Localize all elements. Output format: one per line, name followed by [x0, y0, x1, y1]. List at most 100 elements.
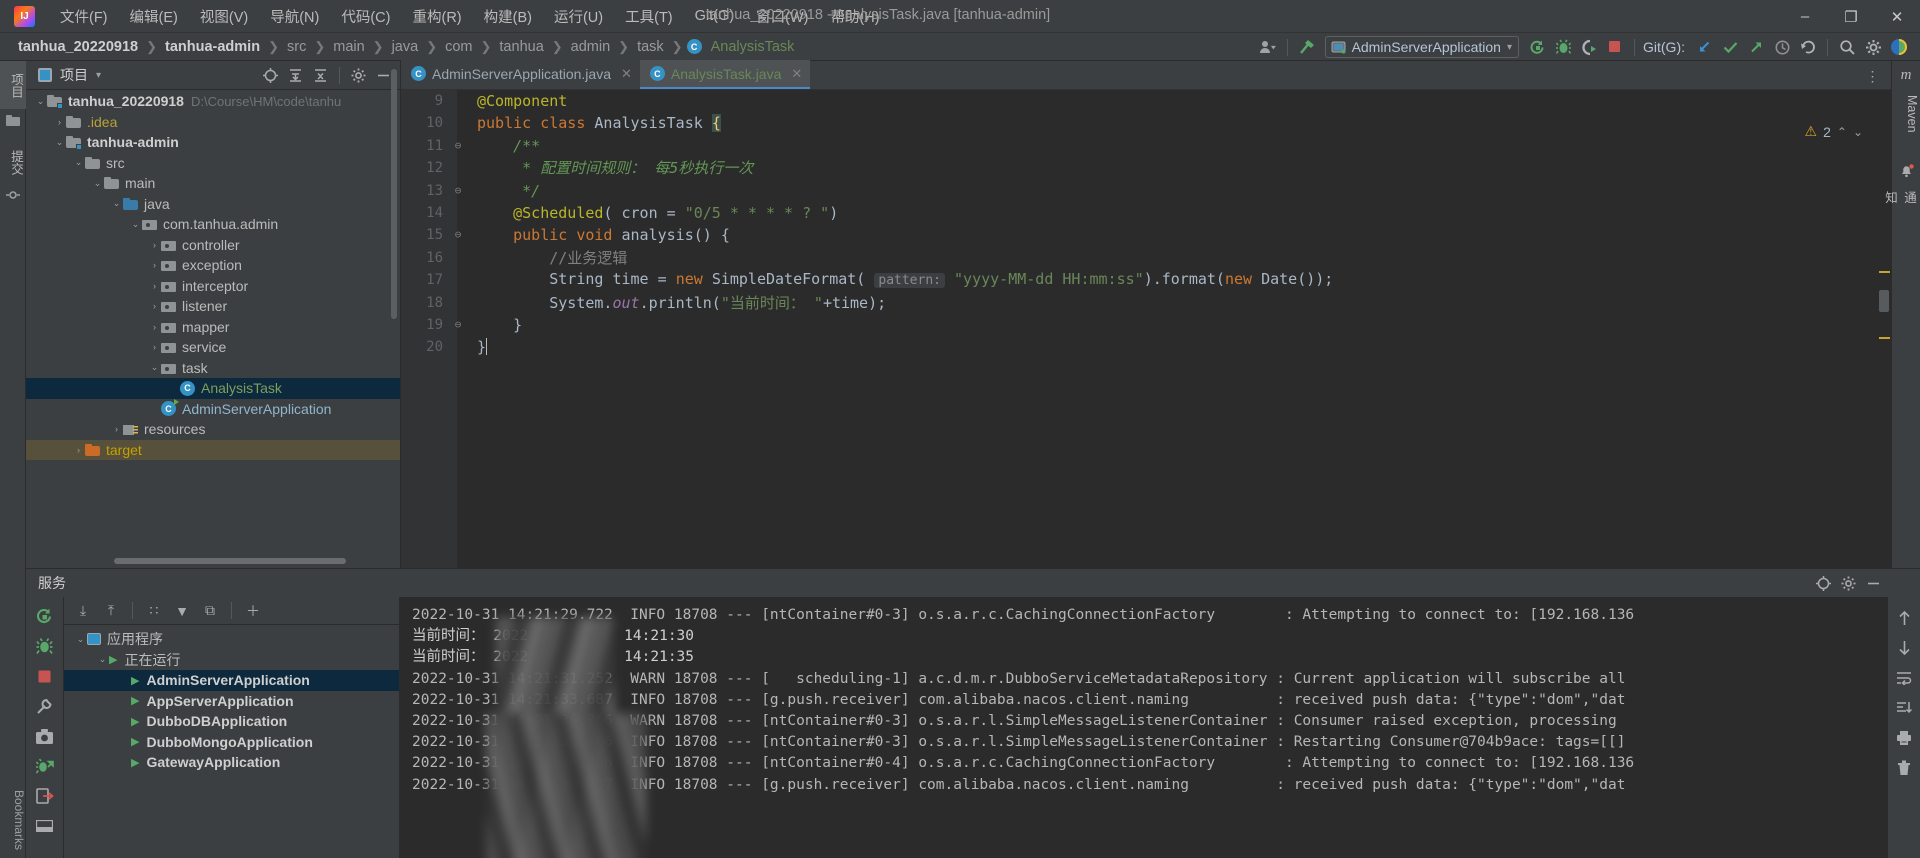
project-tree-vertical-scrollbar[interactable]: [391, 69, 397, 319]
service-node-adminserverapplication[interactable]: ▶ AdminServerApplication: [64, 670, 399, 691]
close-button[interactable]: ✕: [1874, 0, 1920, 33]
line-number[interactable]: 13: [401, 180, 451, 202]
tree-node-analysistask[interactable]: C AnalysisTask: [26, 378, 400, 399]
warning-stripe-1[interactable]: [1879, 271, 1890, 273]
inspection-widget[interactable]: ⚠ 2 ⌃ ⌄: [1805, 123, 1863, 140]
close-icon[interactable]: ✕: [791, 66, 802, 82]
service-node-appserverapplication[interactable]: ▶ AppServerApplication: [64, 691, 399, 712]
run-with-coverage-icon[interactable]: [1576, 34, 1602, 60]
print-icon[interactable]: [1890, 723, 1918, 753]
source-code[interactable]: 9 @Component 10 public class AnalysisTask {…: [401, 90, 1891, 568]
sidebar-item-notifications[interactable]: 通知: [1883, 180, 1919, 214]
hammer-icon[interactable]: [1294, 34, 1320, 60]
group-by-icon[interactable]: ∷: [141, 599, 167, 623]
menu-view[interactable]: 视图(V): [189, 2, 259, 31]
add-config-icon[interactable]: ⧉: [197, 599, 223, 623]
chevron-down-icon[interactable]: ⌄: [96, 654, 109, 665]
gear-icon[interactable]: [1836, 571, 1861, 596]
menu-navigate[interactable]: 导航(N): [259, 2, 330, 31]
code-fold-icon[interactable]: ⊖: [451, 135, 465, 157]
code-text[interactable]: //业务逻辑: [465, 247, 627, 269]
editor-more-options-icon[interactable]: ⋮: [1860, 64, 1885, 89]
editor-tab-adminserverapplication[interactable]: C AdminServerApplication.java ✕: [401, 60, 640, 89]
push-icon[interactable]: [1743, 34, 1769, 60]
line-number[interactable]: 9: [401, 90, 451, 112]
code-text[interactable]: }: [465, 314, 522, 336]
notifications-bell-icon[interactable]: [1899, 164, 1914, 178]
code-text[interactable]: System.out.println("当前时间： "+time);: [465, 292, 886, 314]
services-tree[interactable]: ⌄ 应用程序 ⌄ ▶ 正在运行 ▶ AdminServerApplication ▶ App…: [64, 625, 399, 773]
next-problem-icon[interactable]: ⌄: [1853, 125, 1863, 139]
sidebar-item-bookmarks[interactable]: Bookmarks: [0, 790, 26, 850]
breadcrumb-item-tanhua-20220918[interactable]: tanhua_20220918: [14, 38, 142, 56]
code-text[interactable]: @Component: [465, 90, 567, 112]
menu-code[interactable]: 代码(C): [330, 2, 401, 31]
tree-node-src[interactable]: ⌄ src: [26, 153, 400, 174]
service-node-gatewayapplication[interactable]: ▶ GatewayApplication: [64, 752, 399, 773]
chevron-right-icon[interactable]: ›: [148, 301, 161, 311]
menu-run[interactable]: 运行(U): [543, 2, 614, 31]
code-text[interactable]: String time = new SimpleDateFormat( patt…: [465, 268, 1333, 292]
expand-all-icon[interactable]: [283, 63, 308, 88]
settings-gear-icon[interactable]: [1860, 34, 1886, 60]
tree-node-exception[interactable]: › exception: [26, 255, 400, 276]
line-number[interactable]: 15: [401, 224, 451, 246]
tree-node-service[interactable]: › service: [26, 337, 400, 358]
chevron-down-icon[interactable]: ▾: [1507, 42, 1512, 53]
maximize-button[interactable]: ❐: [1828, 0, 1874, 33]
expand-all-icon[interactable]: ⤓: [70, 599, 96, 623]
menu-tools[interactable]: 工具(T): [614, 2, 684, 31]
hide-services-icon[interactable]: [1861, 571, 1886, 596]
chevron-down-icon[interactable]: ▾: [96, 70, 101, 81]
code-text[interactable]: public void analysis() {: [465, 224, 730, 246]
layout-icon[interactable]: [30, 811, 60, 841]
code-text[interactable]: }: [465, 336, 488, 358]
breadcrumb-item-analysistask[interactable]: C AnalysisTask: [686, 38, 799, 56]
tree-node-controller[interactable]: › controller: [26, 235, 400, 256]
chevron-right-icon[interactable]: ›: [148, 260, 161, 270]
close-icon[interactable]: ✕: [621, 66, 632, 82]
chevron-down-icon[interactable]: ⌄: [53, 137, 66, 148]
service-node-applications[interactable]: ⌄ 应用程序: [64, 629, 399, 650]
user-icon[interactable]: [1255, 34, 1281, 60]
filter-icon[interactable]: ▼: [169, 599, 195, 623]
service-node-dubbodbapplication[interactable]: ▶ DubboDBApplication: [64, 711, 399, 732]
chevron-right-icon[interactable]: ›: [148, 281, 161, 291]
menu-build[interactable]: 构建(B): [473, 2, 543, 31]
services-settings-icon[interactable]: [1811, 571, 1836, 596]
line-number[interactable]: 17: [401, 269, 451, 291]
warning-stripe-2[interactable]: [1879, 337, 1890, 339]
tree-node-package-com-tanhua-admin[interactable]: ⌄ com.tanhua.admin: [26, 214, 400, 235]
chevron-down-icon[interactable]: ⌄: [74, 634, 87, 645]
chevron-down-icon[interactable]: ⌄: [110, 198, 123, 209]
prev-problem-icon[interactable]: ⌃: [1837, 125, 1847, 139]
run-console[interactable]: 2022-10-31 14:21:29.722 INFO 18708 --- […: [400, 597, 1887, 858]
tree-node-interceptor[interactable]: › interceptor: [26, 276, 400, 297]
tree-node-resources[interactable]: › resources: [26, 419, 400, 440]
chevron-down-icon[interactable]: ⌄: [129, 219, 142, 230]
update-project-icon[interactable]: [1691, 34, 1717, 60]
menu-file[interactable]: 文件(F): [49, 2, 119, 31]
stop-icon[interactable]: [1602, 34, 1628, 60]
ide-features-icon[interactable]: [1886, 34, 1912, 60]
minimize-button[interactable]: –: [1782, 0, 1828, 33]
pull-requests-icon[interactable]: [0, 183, 26, 207]
rerun-icon[interactable]: [1524, 34, 1550, 60]
sidebar-item-commit[interactable]: 提交: [0, 141, 26, 183]
debug-icon[interactable]: [30, 631, 60, 661]
breadcrumb-item-src[interactable]: src: [283, 38, 310, 56]
chevron-right-icon[interactable]: ›: [148, 342, 161, 352]
menu-refactor[interactable]: 重构(R): [401, 2, 472, 31]
line-number[interactable]: 20: [401, 336, 451, 358]
tree-node-target[interactable]: › target: [26, 439, 400, 460]
line-number[interactable]: 11: [401, 135, 451, 157]
tree-node-tanhua-20220918[interactable]: ⌄ tanhua_20220918 D:\Course\HM\code\tanhu: [26, 91, 400, 112]
tree-node-idea[interactable]: › .idea: [26, 112, 400, 133]
scroll-down-icon[interactable]: [1890, 633, 1918, 663]
tree-node-java[interactable]: ⌄ java: [26, 194, 400, 215]
code-fold-icon[interactable]: ⊖: [451, 314, 465, 336]
tree-node-adminserverapplication[interactable]: C AdminServerApplication: [26, 399, 400, 420]
editor-vertical-scrollbar[interactable]: [1879, 290, 1889, 312]
rerun-icon[interactable]: [30, 601, 60, 631]
tree-node-listener[interactable]: › listener: [26, 296, 400, 317]
